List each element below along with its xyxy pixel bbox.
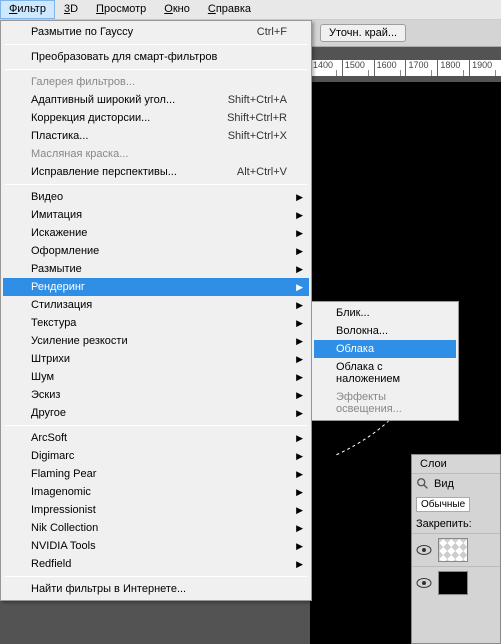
- submenu-arrow-icon: ▶: [296, 372, 303, 383]
- submenu-arrow-icon: ▶: [296, 228, 303, 239]
- separator: [5, 69, 307, 70]
- layer-thumbnail: [438, 538, 468, 562]
- layer-item[interactable]: [412, 566, 500, 599]
- menu-item-video[interactable]: Видео▶: [3, 188, 309, 206]
- menu-item-flaming-pear[interactable]: Flaming Pear▶: [3, 465, 309, 483]
- submenu-item-fibers[interactable]: Волокна...: [314, 322, 456, 340]
- menu-item-noise[interactable]: Шум▶: [3, 368, 309, 386]
- menu-item-other[interactable]: Другое▶: [3, 404, 309, 422]
- menu-item-adaptive-wide[interactable]: Адаптивный широкий угол...Shift+Ctrl+A: [3, 91, 309, 109]
- menu-item-sketch[interactable]: Эскиз▶: [3, 386, 309, 404]
- submenu-item-clouds[interactable]: Облака: [314, 340, 456, 358]
- search-icon: [416, 477, 430, 491]
- menu-item-vanishing-point[interactable]: Исправление перспективы...Alt+Ctrl+V: [3, 163, 309, 181]
- menu-item-stylize[interactable]: Стилизация▶: [3, 296, 309, 314]
- kind-label: Вид: [434, 478, 454, 490]
- submenu-arrow-icon: ▶: [296, 408, 303, 419]
- render-submenu: Блик... Волокна... Облака Облака с налож…: [311, 301, 459, 421]
- menu-item-nvidia-tools[interactable]: NVIDIA Tools▶: [3, 537, 309, 555]
- ruler-mark: 1400: [310, 60, 342, 76]
- separator: [5, 44, 307, 45]
- menu-item-brush-strokes[interactable]: Штрихи▶: [3, 350, 309, 368]
- submenu-arrow-icon: ▶: [296, 390, 303, 401]
- menu-item-browse-filters[interactable]: Найти фильтры в Интернете...: [3, 580, 309, 598]
- menu-item-imagenomic[interactable]: Imagenomic▶: [3, 483, 309, 501]
- submenu-item-lens-flare[interactable]: Блик...: [314, 304, 456, 322]
- shortcut-text: Ctrl+F: [257, 26, 287, 38]
- menu-item-sharpen[interactable]: Усиление резкости▶: [3, 332, 309, 350]
- menu-item-gallery[interactable]: Галерея фильтров...: [3, 73, 309, 91]
- menu-item-arcsoft[interactable]: ArcSoft▶: [3, 429, 309, 447]
- separator: [5, 184, 307, 185]
- visibility-eye-icon[interactable]: [416, 577, 432, 589]
- menu-item-oil-paint[interactable]: Масляная краска...: [3, 145, 309, 163]
- blend-mode-select[interactable]: Обычные: [416, 497, 470, 512]
- submenu-arrow-icon: ▶: [296, 246, 303, 257]
- submenu-item-lighting-effects[interactable]: Эффекты освещения...: [314, 388, 456, 418]
- menu-item-pixelate[interactable]: Оформление▶: [3, 242, 309, 260]
- layers-panel[interactable]: Слои Вид Обычные Закрепить:: [411, 454, 501, 644]
- menubar: Фильтр 3D Просмотр Окно Справка: [0, 0, 501, 20]
- submenu-arrow-icon: ▶: [296, 192, 303, 203]
- menu-item-digimarc[interactable]: Digimarc▶: [3, 447, 309, 465]
- menu-item-artistic[interactable]: Имитация▶: [3, 206, 309, 224]
- menu-filter[interactable]: Фильтр: [0, 0, 55, 19]
- submenu-arrow-icon: ▶: [296, 210, 303, 221]
- menu-window[interactable]: Окно: [155, 0, 199, 19]
- submenu-arrow-icon: ▶: [296, 559, 303, 570]
- menu-item-convert-smart[interactable]: Преобразовать для смарт-фильтров: [3, 48, 309, 66]
- layer-thumbnail: [438, 571, 468, 595]
- ruler-mark: 1800: [437, 60, 469, 76]
- filter-menu: Размытие по Гауссу Ctrl+F Преобразовать …: [0, 20, 312, 601]
- menu-item-nik-collection[interactable]: Nik Collection▶: [3, 519, 309, 537]
- menu-item-blur[interactable]: Размытие▶: [3, 260, 309, 278]
- menu-item-texture[interactable]: Текстура▶: [3, 314, 309, 332]
- menu-item-redfield[interactable]: Redfield▶: [3, 555, 309, 573]
- refine-edge-button[interactable]: Уточн. край...: [320, 24, 406, 42]
- ruler-mark: 1500: [342, 60, 374, 76]
- submenu-arrow-icon: ▶: [296, 354, 303, 365]
- submenu-arrow-icon: ▶: [296, 541, 303, 552]
- ruler-mark: 1900: [469, 60, 501, 76]
- horizontal-ruler: 1400 1500 1600 1700 1800 1900: [310, 60, 501, 76]
- submenu-arrow-icon: ▶: [296, 433, 303, 444]
- submenu-arrow-icon: ▶: [296, 336, 303, 347]
- submenu-arrow-icon: ▶: [296, 300, 303, 311]
- ruler-mark: 1600: [374, 60, 406, 76]
- menu-item-liquify[interactable]: Пластика...Shift+Ctrl+X: [3, 127, 309, 145]
- menu-item-render[interactable]: Рендеринг▶: [3, 278, 309, 296]
- layer-item[interactable]: [412, 533, 500, 566]
- menu-view[interactable]: Просмотр: [87, 0, 155, 19]
- menu-3d[interactable]: 3D: [55, 0, 87, 19]
- ruler-mark: 1700: [405, 60, 437, 76]
- menu-item-impressionist[interactable]: Impressionist▶: [3, 501, 309, 519]
- visibility-eye-icon[interactable]: [416, 544, 432, 556]
- menu-item-lens-correction[interactable]: Коррекция дисторсии...Shift+Ctrl+R: [3, 109, 309, 127]
- menu-item-last-filter[interactable]: Размытие по Гауссу Ctrl+F: [3, 23, 309, 41]
- submenu-arrow-icon: ▶: [296, 451, 303, 462]
- submenu-item-difference-clouds[interactable]: Облака с наложением: [314, 358, 456, 388]
- submenu-arrow-icon: ▶: [296, 264, 303, 275]
- separator: [5, 576, 307, 577]
- submenu-arrow-icon: ▶: [296, 487, 303, 498]
- submenu-arrow-icon: ▶: [296, 282, 303, 293]
- separator: [5, 425, 307, 426]
- submenu-arrow-icon: ▶: [296, 318, 303, 329]
- lock-label: Закрепить:: [416, 518, 472, 530]
- menu-item-distort[interactable]: Искажение▶: [3, 224, 309, 242]
- layers-tab[interactable]: Слои: [412, 455, 500, 474]
- submenu-arrow-icon: ▶: [296, 505, 303, 516]
- menu-help[interactable]: Справка: [199, 0, 260, 19]
- submenu-arrow-icon: ▶: [296, 523, 303, 534]
- submenu-arrow-icon: ▶: [296, 469, 303, 480]
